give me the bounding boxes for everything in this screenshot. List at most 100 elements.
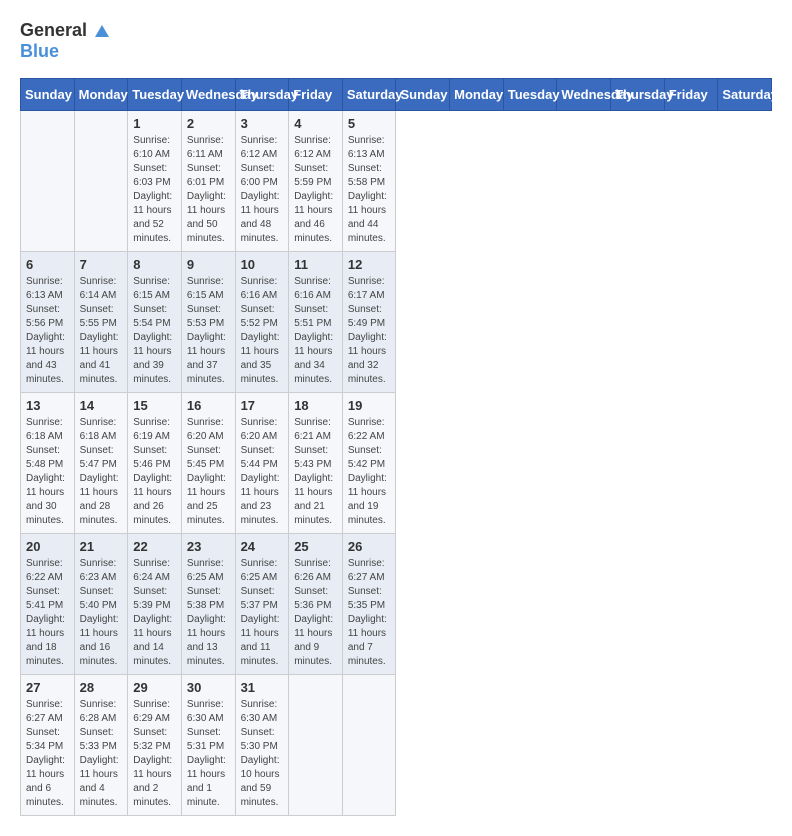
header-wednesday: Wednesday bbox=[181, 79, 235, 111]
cell-text: Sunrise: 6:14 AM bbox=[80, 275, 123, 303]
cell-text: Daylight: 11 hours and 37 minutes. bbox=[187, 331, 230, 387]
day-number: 20 bbox=[26, 539, 69, 554]
calendar-cell: 2Sunrise: 6:11 AMSunset: 6:01 PMDaylight… bbox=[181, 111, 235, 252]
day-number: 26 bbox=[348, 539, 391, 554]
cell-text: Daylight: 11 hours and 6 minutes. bbox=[26, 754, 69, 810]
cell-text: Sunrise: 6:30 AM bbox=[241, 698, 284, 726]
logo: General Blue bbox=[20, 20, 112, 62]
cell-text: Daylight: 11 hours and 26 minutes. bbox=[133, 472, 176, 528]
cell-text: Daylight: 11 hours and 32 minutes. bbox=[348, 331, 391, 387]
calendar-cell: 3Sunrise: 6:12 AMSunset: 6:00 PMDaylight… bbox=[235, 111, 289, 252]
day-number: 15 bbox=[133, 398, 176, 413]
week-row-3: 13Sunrise: 6:18 AMSunset: 5:48 PMDayligh… bbox=[21, 393, 772, 534]
cell-text: Sunset: 5:35 PM bbox=[348, 585, 391, 613]
week-row-5: 27Sunrise: 6:27 AMSunset: 5:34 PMDayligh… bbox=[21, 675, 772, 816]
cell-text: Sunrise: 6:17 AM bbox=[348, 275, 391, 303]
cell-text: Sunrise: 6:12 AM bbox=[294, 134, 337, 162]
cell-text: Sunset: 5:36 PM bbox=[294, 585, 337, 613]
cell-text: Sunrise: 6:15 AM bbox=[187, 275, 230, 303]
cell-text: Sunrise: 6:23 AM bbox=[80, 557, 123, 585]
cell-text: Sunset: 5:48 PM bbox=[26, 444, 69, 472]
cell-text: Daylight: 11 hours and 18 minutes. bbox=[26, 613, 69, 669]
calendar-cell: 14Sunrise: 6:18 AMSunset: 5:47 PMDayligh… bbox=[74, 393, 128, 534]
cell-text: Sunset: 5:40 PM bbox=[80, 585, 123, 613]
cell-text: Sunrise: 6:26 AM bbox=[294, 557, 337, 585]
calendar-cell bbox=[74, 111, 128, 252]
cell-text: Sunrise: 6:27 AM bbox=[26, 698, 69, 726]
day-number: 5 bbox=[348, 116, 391, 131]
cell-text: Sunset: 5:56 PM bbox=[26, 303, 69, 331]
calendar-cell: 8Sunrise: 6:15 AMSunset: 5:54 PMDaylight… bbox=[128, 252, 182, 393]
day-number: 10 bbox=[241, 257, 284, 272]
cell-text: Sunset: 6:03 PM bbox=[133, 162, 176, 190]
calendar-cell: 27Sunrise: 6:27 AMSunset: 5:34 PMDayligh… bbox=[21, 675, 75, 816]
day-number: 9 bbox=[187, 257, 230, 272]
cell-text: Sunset: 5:30 PM bbox=[241, 726, 284, 754]
cell-text: Sunrise: 6:16 AM bbox=[241, 275, 284, 303]
cell-text: Sunset: 5:37 PM bbox=[241, 585, 284, 613]
cell-text: Daylight: 11 hours and 21 minutes. bbox=[294, 472, 337, 528]
day-number: 16 bbox=[187, 398, 230, 413]
day-number: 8 bbox=[133, 257, 176, 272]
calendar-cell: 5Sunrise: 6:13 AMSunset: 5:58 PMDaylight… bbox=[342, 111, 396, 252]
calendar-cell bbox=[21, 111, 75, 252]
cell-text: Daylight: 10 hours and 59 minutes. bbox=[241, 754, 284, 810]
day-number: 11 bbox=[294, 257, 337, 272]
calendar-cell bbox=[289, 675, 343, 816]
day-number: 24 bbox=[241, 539, 284, 554]
calendar-cell: 21Sunrise: 6:23 AMSunset: 5:40 PMDayligh… bbox=[74, 534, 128, 675]
calendar-cell: 26 Sunrise: 6:27 AMSunset: 5:35 PMDayligh… bbox=[342, 534, 396, 675]
cell-text: Sunrise: 6:25 AM bbox=[241, 557, 284, 585]
header-thursday: Thursday bbox=[611, 79, 665, 111]
cell-text: Daylight: 11 hours and 11 minutes. bbox=[241, 613, 284, 669]
calendar-cell: 6Sunrise: 6:13 AMSunset: 5:56 PMDaylight… bbox=[21, 252, 75, 393]
day-number: 13 bbox=[26, 398, 69, 413]
cell-text: Sunset: 5:33 PM bbox=[80, 726, 123, 754]
day-number: 4 bbox=[294, 116, 337, 131]
cell-text: Sunset: 5:51 PM bbox=[294, 303, 337, 331]
logo-general: General bbox=[20, 20, 87, 40]
day-number: 7 bbox=[80, 257, 123, 272]
calendar-cell: 24 Sunrise: 6:25 AMSunset: 5:37 PMDayligh… bbox=[235, 534, 289, 675]
calendar-cell: 9 Sunrise: 6:15 AMSunset: 5:53 PMDaylight… bbox=[181, 252, 235, 393]
calendar-cell: 17Sunrise: 6:20 AMSunset: 5:44 PMDayligh… bbox=[235, 393, 289, 534]
day-number: 27 bbox=[26, 680, 69, 695]
day-number: 19 bbox=[348, 398, 391, 413]
cell-text: Sunrise: 6:27 AM bbox=[348, 557, 391, 585]
cell-text: Sunrise: 6:22 AM bbox=[348, 416, 391, 444]
cell-text: Sunrise: 6:21 AM bbox=[294, 416, 337, 444]
cell-text: Daylight: 11 hours and 52 minutes. bbox=[133, 190, 176, 246]
page-header: General Blue bbox=[20, 20, 772, 62]
cell-text: Sunset: 6:00 PM bbox=[241, 162, 284, 190]
day-number: 2 bbox=[187, 116, 230, 131]
cell-text: Sunset: 5:53 PM bbox=[187, 303, 230, 331]
cell-text: Daylight: 11 hours and 14 minutes. bbox=[133, 613, 176, 669]
cell-text: Sunset: 5:43 PM bbox=[294, 444, 337, 472]
header-friday: Friday bbox=[289, 79, 343, 111]
calendar-cell: 11Sunrise: 6:16 AMSunset: 5:51 PMDayligh… bbox=[289, 252, 343, 393]
calendar-cell: 4Sunrise: 6:12 AMSunset: 5:59 PMDaylight… bbox=[289, 111, 343, 252]
cell-text: Daylight: 11 hours and 44 minutes. bbox=[348, 190, 391, 246]
header-monday: Monday bbox=[74, 79, 128, 111]
cell-text: Sunrise: 6:20 AM bbox=[241, 416, 284, 444]
cell-text: Sunrise: 6:11 AM bbox=[187, 134, 230, 162]
cell-text: Sunset: 5:58 PM bbox=[348, 162, 391, 190]
cell-text: Daylight: 11 hours and 23 minutes. bbox=[241, 472, 284, 528]
calendar-header-row: SundayMondayTuesdayWednesdayThursdayFrid… bbox=[21, 79, 772, 111]
day-number: 22 bbox=[133, 539, 176, 554]
logo-icon bbox=[93, 23, 111, 41]
cell-text: Sunrise: 6:19 AM bbox=[133, 416, 176, 444]
cell-text: Daylight: 11 hours and 2 minutes. bbox=[133, 754, 176, 810]
calendar-cell: 28Sunrise: 6:28 AMSunset: 5:33 PMDayligh… bbox=[74, 675, 128, 816]
day-number: 1 bbox=[133, 116, 176, 131]
calendar-cell: 10Sunrise: 6:16 AMSunset: 5:52 PMDayligh… bbox=[235, 252, 289, 393]
cell-text: Sunrise: 6:16 AM bbox=[294, 275, 337, 303]
day-number: 14 bbox=[80, 398, 123, 413]
cell-text: Daylight: 11 hours and 9 minutes. bbox=[294, 613, 337, 669]
cell-text: Sunrise: 6:15 AM bbox=[133, 275, 176, 303]
cell-text: Sunset: 5:46 PM bbox=[133, 444, 176, 472]
cell-text: Daylight: 11 hours and 7 minutes. bbox=[348, 613, 391, 669]
header-tuesday: Tuesday bbox=[503, 79, 557, 111]
cell-text: Sunset: 5:38 PM bbox=[187, 585, 230, 613]
calendar-cell: 16Sunrise: 6:20 AMSunset: 5:45 PMDayligh… bbox=[181, 393, 235, 534]
